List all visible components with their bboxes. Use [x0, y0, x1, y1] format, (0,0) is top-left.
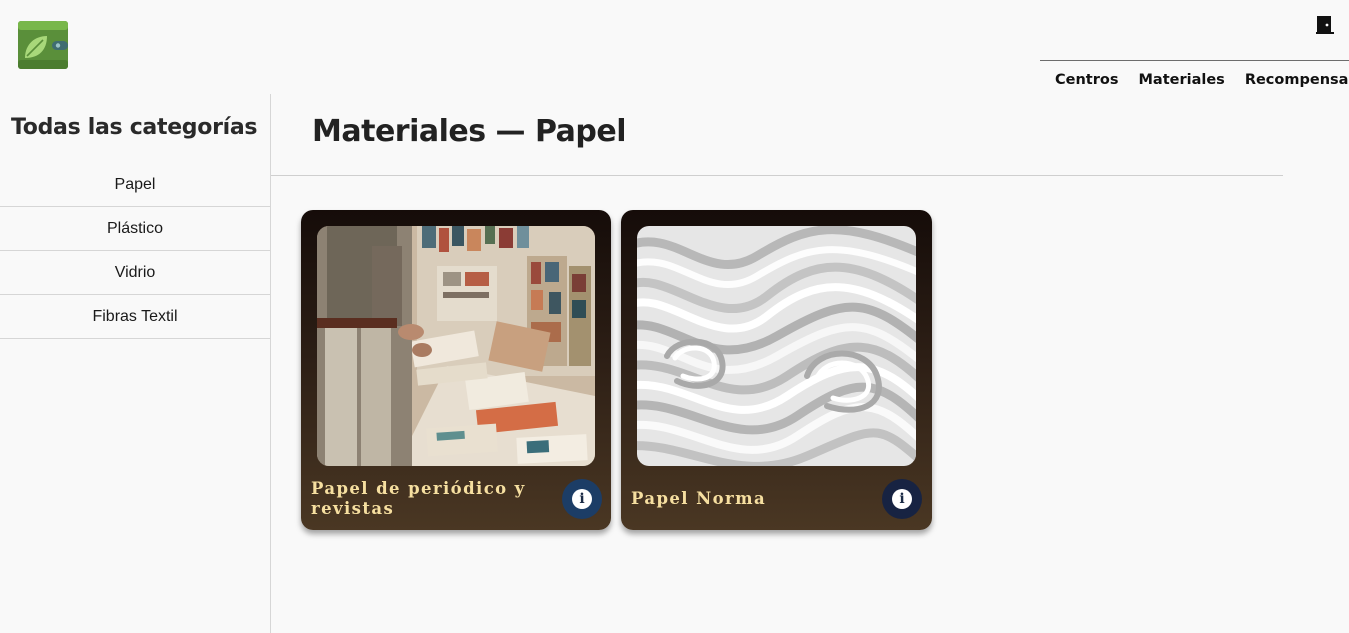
newspapers-photo — [317, 226, 595, 466]
category-list: Papel Plástico Vidrio Fibras Textil — [0, 163, 270, 339]
top-nav: Centros Materiales Recompensas — [1055, 70, 1349, 90]
page-title: Materiales — Papel — [312, 114, 627, 149]
material-card-periodico[interactable]: Papel de periódico y revistas i — [301, 210, 611, 530]
material-card-norma[interactable]: Papel Norma i — [621, 210, 932, 530]
door-exit-icon[interactable] — [1316, 14, 1334, 36]
page: Centros Materiales Recompensas Todas las… — [0, 0, 1349, 633]
sidebar: Todas las categorías Papel Plástico Vidr… — [0, 94, 271, 633]
title-divider — [271, 175, 1283, 176]
nav-link-recompensas[interactable]: Recompensas — [1245, 70, 1349, 90]
paper-stack-photo — [637, 226, 916, 466]
info-icon: i — [572, 489, 592, 509]
card-label: Papel Norma — [631, 489, 767, 508]
leaf-wallet-icon[interactable] — [17, 20, 69, 70]
nav-divider — [1040, 60, 1349, 61]
sidebar-title: Todas las categorías — [11, 115, 258, 140]
nav-link-materiales[interactable]: Materiales — [1138, 70, 1224, 90]
card-label: Papel de periódico y revistas — [311, 479, 526, 518]
info-button[interactable]: i — [562, 479, 602, 519]
info-icon: i — [892, 489, 912, 509]
sidebar-item-fibras-textil[interactable]: Fibras Textil — [0, 295, 270, 339]
sidebar-item-papel[interactable]: Papel — [0, 163, 270, 207]
sidebar-item-plastico[interactable]: Plástico — [0, 207, 270, 251]
nav-link-centros[interactable]: Centros — [1055, 70, 1118, 90]
sidebar-item-vidrio[interactable]: Vidrio — [0, 251, 270, 295]
info-button[interactable]: i — [882, 479, 922, 519]
